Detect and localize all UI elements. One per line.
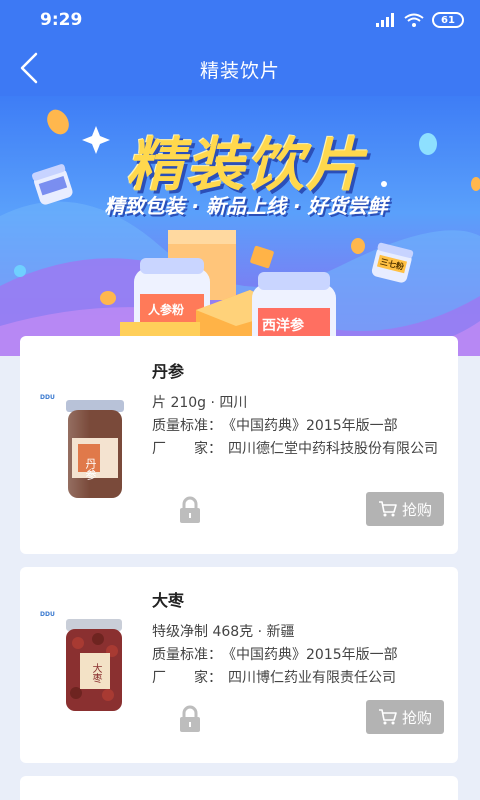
quality-standard-value: 《中国药典》2015年版一部	[222, 418, 398, 434]
status-time: 9:29	[40, 10, 83, 30]
lock-icon	[180, 705, 200, 732]
banner-subtitle: 精致包装 · 新品上线 · 好货尝鲜	[104, 194, 388, 218]
header: 精装饮片	[0, 40, 480, 96]
quality-standard-label: 质量标准：	[152, 418, 222, 434]
product-spec: 特级净制 468克 · 新疆	[152, 624, 295, 640]
quality-standard: 质量标准：《中国药典》2015年版一部	[152, 415, 444, 438]
buy-button[interactable]: 抢购	[366, 492, 444, 526]
quality-standard: 质量标准：《中国药典》2015年版一部	[152, 644, 444, 667]
product-card[interactable]: DDU 丹参 丹参 片 210g · 四川 质量标准：《中国药典》2015年版一…	[20, 336, 458, 554]
lock-icon	[180, 496, 200, 523]
product-name: 大枣	[152, 591, 185, 610]
buy-button-label: 抢购	[401, 708, 432, 727]
product-image: DDU 丹参	[38, 386, 148, 506]
manufacturer-label: 厂 家：	[152, 441, 222, 457]
manufacturer: 厂 家： 四川博仁药业有限责任公司	[152, 667, 444, 690]
brand-logo: DDU	[40, 611, 55, 618]
jar-label: 大枣	[90, 663, 101, 683]
status-icons: 61	[376, 12, 464, 28]
buy-button[interactable]: 抢购	[366, 700, 444, 734]
product-info: 大枣 特级净制 468克 · 新疆 质量标准：《中国药典》2015年版一部 厂 …	[152, 587, 444, 690]
jar-label: 人参粉	[148, 303, 185, 317]
wifi-icon	[404, 13, 424, 27]
product-image: DDU 大枣	[38, 603, 148, 723]
product-card[interactable]	[20, 776, 458, 800]
jar-label: 丹参	[84, 458, 97, 480]
cart-icon	[378, 501, 397, 517]
quality-standard-value: 《中国药典》2015年版一部	[222, 647, 398, 663]
jar-label: 西洋参	[262, 318, 304, 334]
product-card[interactable]: DDU 大枣 大枣 特级净制 468克 · 新疆 质量标准：《中国药典》2015…	[20, 567, 458, 763]
manufacturer: 厂 家： 四川德仁堂中药科技股份有限公司	[152, 438, 444, 461]
product-info: 丹参 片 210g · 四川 质量标准：《中国药典》2015年版一部 厂 家： …	[152, 358, 444, 461]
battery-icon: 61	[432, 12, 464, 28]
product-name: 丹参	[152, 362, 185, 381]
product-spec: 片 210g · 四川	[152, 395, 248, 411]
signal-icon	[376, 13, 394, 27]
brand-logo: DDU	[40, 394, 55, 401]
promo-banner[interactable]: 精装饮片 精致包装 · 新品上线 · 好货尝鲜 西洋参 人参粉 三七粉	[0, 96, 480, 356]
status-bar: 9:29 61	[0, 0, 480, 40]
manufacturer-value: 四川德仁堂中药科技股份有限公司	[228, 441, 438, 457]
buy-button-label: 抢购	[401, 500, 432, 519]
page-title: 精装饮片	[199, 60, 280, 82]
quality-standard-label: 质量标准：	[152, 647, 222, 663]
cart-icon	[378, 709, 397, 725]
manufacturer-value: 四川博仁药业有限责任公司	[228, 670, 396, 686]
manufacturer-label: 厂 家：	[152, 670, 222, 686]
